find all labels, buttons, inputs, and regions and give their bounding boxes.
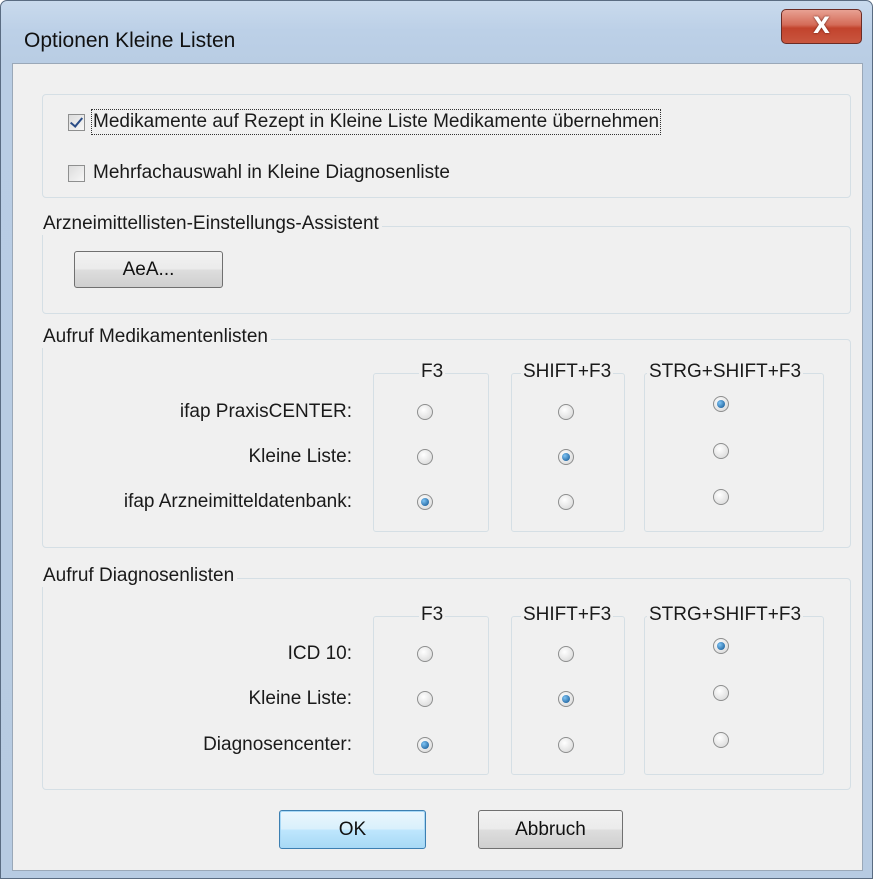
diag-radio-diagnosencenter-shift-f3[interactable]: [558, 737, 574, 753]
options-group: Medikamente auf Rezept in Kleine Liste M…: [42, 94, 851, 198]
cancel-button-label: Abbruch: [515, 818, 586, 840]
multi-checkbox[interactable]: [68, 164, 85, 182]
window-title: Optionen Kleine Listen: [24, 29, 236, 52]
rezept-checkbox-row[interactable]: Medikamente auf Rezept in Kleine Liste M…: [68, 109, 662, 135]
diag-col-box-strg-shift-f3: [644, 616, 824, 775]
med-col-header-strg-shift-f3: STRG+SHIFT+F3: [647, 361, 804, 383]
med-radio-arzneimitteldatenbank-shift-f3[interactable]: [558, 494, 574, 510]
close-icon: X: [813, 14, 830, 39]
dialog-client-area: Medikamente auf Rezept in Kleine Liste M…: [12, 63, 863, 871]
med-radio-kleine-liste-f3[interactable]: [417, 449, 433, 465]
diag-radio-kleine-liste-shift-f3[interactable]: [558, 691, 574, 707]
diag-row-label-icd10: ICD 10:: [287, 643, 352, 664]
multi-checkbox-row[interactable]: Mehrfachauswahl in Kleine Diagnosenliste: [68, 162, 450, 184]
diag-radio-diagnosencenter-f3[interactable]: [417, 737, 433, 753]
assistant-legend: Arzneimittellisten-Einstellungs-Assisten…: [40, 213, 382, 235]
aea-button-label: AeA...: [122, 258, 175, 280]
med-radio-praxiscenter-shift-f3[interactable]: [558, 404, 574, 420]
rezept-checkbox-label: Medikamente auf Rezept in Kleine Liste M…: [90, 109, 662, 135]
med-radio-arzneimitteldatenbank-strg-shift-f3[interactable]: [713, 489, 729, 505]
cancel-button[interactable]: Abbruch: [478, 810, 623, 849]
med-radio-praxiscenter-f3[interactable]: [417, 404, 433, 420]
aea-button[interactable]: AeA...: [74, 251, 223, 288]
medikamente-legend: Aufruf Medikamentenlisten: [40, 326, 271, 348]
diag-row-label-diagnosencenter: Diagnosencenter:: [203, 734, 352, 755]
multi-checkbox-label: Mehrfachauswahl in Kleine Diagnosenliste: [93, 162, 450, 183]
diag-radio-icd10-strg-shift-f3[interactable]: [713, 638, 729, 654]
dialog-window: Optionen Kleine Listen X Medikamente auf…: [0, 0, 873, 879]
med-row-label-praxiscenter: ifap PraxisCENTER:: [179, 401, 352, 422]
diag-radio-icd10-shift-f3[interactable]: [558, 646, 574, 662]
med-row-label-arzneimitteldatenbank: ifap Arzneimitteldatenbank:: [123, 491, 352, 512]
ok-button-label: OK: [338, 818, 367, 840]
diag-radio-kleine-liste-strg-shift-f3[interactable]: [713, 685, 729, 701]
diag-col-header-f3: F3: [419, 604, 446, 626]
diag-col-header-strg-shift-f3: STRG+SHIFT+F3: [647, 604, 804, 626]
med-col-header-shift-f3: SHIFT+F3: [521, 361, 614, 383]
diagnosen-legend: Aufruf Diagnosenlisten: [40, 565, 238, 587]
diag-col-header-shift-f3: SHIFT+F3: [521, 604, 614, 626]
diag-radio-icd10-f3[interactable]: [417, 646, 433, 662]
diag-radio-diagnosencenter-strg-shift-f3[interactable]: [713, 732, 729, 748]
assistant-group: Arzneimittellisten-Einstellungs-Assisten…: [40, 213, 851, 314]
rezept-checkbox[interactable]: [68, 113, 85, 131]
med-radio-kleine-liste-strg-shift-f3[interactable]: [713, 443, 729, 459]
med-col-header-f3: F3: [419, 361, 446, 383]
ok-button[interactable]: OK: [279, 810, 426, 849]
med-radio-arzneimitteldatenbank-f3[interactable]: [417, 494, 433, 510]
med-col-box-strg-shift-f3: [644, 373, 824, 532]
med-radio-kleine-liste-shift-f3[interactable]: [558, 449, 574, 465]
med-row-label-kleine-liste: Kleine Liste:: [248, 446, 352, 467]
diag-row-label-kleine-liste: Kleine Liste:: [248, 688, 352, 709]
diag-radio-kleine-liste-f3[interactable]: [417, 691, 433, 707]
med-radio-praxiscenter-strg-shift-f3[interactable]: [713, 396, 729, 412]
diagnosen-group: Aufruf Diagnosenlisten F3 SHIFT+F3 STRG+…: [40, 565, 851, 790]
medikamente-group: Aufruf Medikamentenlisten F3 SHIFT+F3 ST…: [40, 326, 851, 548]
close-button[interactable]: X: [781, 9, 862, 44]
